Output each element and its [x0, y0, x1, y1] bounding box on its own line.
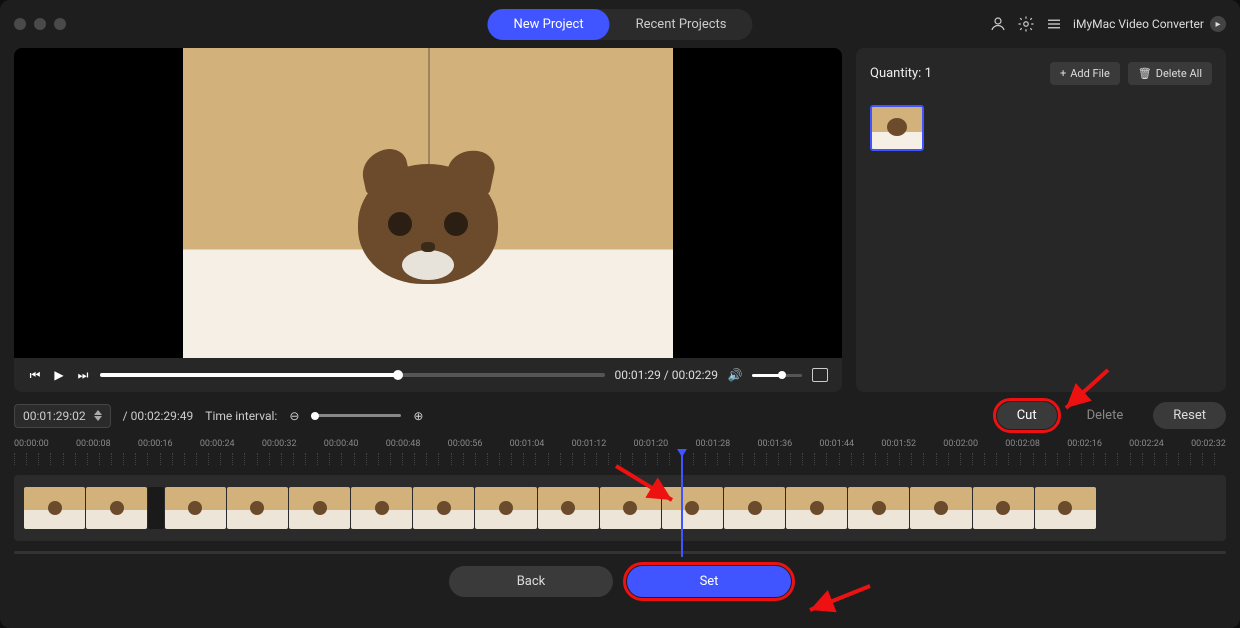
clip-frame[interactable] [1035, 487, 1096, 529]
header-tools: iMyMac Video Converter ▸ [989, 15, 1226, 33]
clip-frame[interactable] [227, 487, 288, 529]
brand-play-icon: ▸ [1210, 16, 1226, 32]
volume-slider[interactable] [752, 374, 802, 377]
clip-frame[interactable] [724, 487, 785, 529]
ruler-label: 00:01:28 [695, 439, 730, 449]
ruler-label: 00:02:00 [943, 439, 978, 449]
duration-label: / 00:02:29:49 [123, 409, 194, 423]
interval-label: Time interval: [205, 409, 277, 423]
plus-icon: + [1060, 67, 1066, 80]
preview-panel: ⏮ ▶ ⏭ 00:01:29 / 00:02:29 🔊 [14, 48, 842, 392]
ruler-label: 00:00:40 [324, 439, 359, 449]
ruler-label: 00:01:04 [510, 439, 545, 449]
clip-gap [148, 487, 163, 529]
clip-thumbnail[interactable] [870, 105, 924, 151]
brand-label: iMyMac Video Converter ▸ [1073, 16, 1226, 32]
volume-icon[interactable]: 🔊 [728, 368, 742, 382]
clip-frame[interactable] [600, 487, 661, 529]
tab-recent-projects[interactable]: Recent Projects [610, 9, 753, 40]
close-window-icon[interactable] [14, 18, 26, 30]
settings-icon[interactable] [1017, 15, 1035, 33]
menu-icon[interactable] [1045, 15, 1063, 33]
clip-frame[interactable] [165, 487, 226, 529]
ruler-label: 00:00:00 [14, 439, 49, 449]
ruler-label: 00:01:12 [572, 439, 607, 449]
quantity-label: Quantity: 1 [870, 66, 932, 81]
trash-icon: 🗑 [1138, 67, 1152, 80]
clip-frame[interactable] [973, 487, 1034, 529]
video-preview[interactable] [14, 48, 842, 358]
cut-button[interactable]: Cut [997, 402, 1057, 429]
skip-forward-icon[interactable]: ⏭ [76, 368, 90, 382]
zoom-in-icon[interactable]: ⊕ [413, 409, 423, 423]
timeline-track[interactable] [14, 475, 1226, 541]
timecode-input[interactable]: 00:01:29:02 [14, 404, 111, 428]
progress-bar[interactable] [100, 373, 605, 377]
maximize-window-icon[interactable] [54, 18, 66, 30]
player-controls: ⏮ ▶ ⏭ 00:01:29 / 00:02:29 🔊 [14, 358, 842, 392]
clip-frame[interactable] [289, 487, 350, 529]
ruler-label: 00:01:44 [819, 439, 854, 449]
interval-slider[interactable] [311, 414, 401, 417]
account-icon[interactable] [989, 15, 1007, 33]
clip-frame[interactable] [413, 487, 474, 529]
timecode-up-icon[interactable] [94, 410, 102, 415]
ruler-label: 00:02:24 [1129, 439, 1164, 449]
reset-button[interactable]: Reset [1153, 402, 1226, 429]
play-icon[interactable]: ▶ [52, 368, 66, 382]
ruler-label: 00:01:52 [881, 439, 916, 449]
ruler-label: 00:00:56 [448, 439, 483, 449]
ruler-label: 00:00:24 [200, 439, 235, 449]
clip-frame[interactable] [351, 487, 412, 529]
ruler-label: 00:02:16 [1067, 439, 1102, 449]
project-tabs: New Project Recent Projects [487, 9, 752, 40]
set-button[interactable]: Set [627, 566, 791, 597]
ruler-label: 00:01:20 [634, 439, 669, 449]
playhead[interactable] [681, 455, 683, 557]
timeline-toolbar: 00:01:29:02 / 00:02:29:49 Time interval:… [14, 402, 1226, 429]
clip-frame[interactable] [86, 487, 147, 529]
ruler-label: 00:00:08 [76, 439, 111, 449]
fullscreen-icon[interactable] [812, 368, 828, 382]
clip-frame[interactable] [538, 487, 599, 529]
tab-new-project[interactable]: New Project [487, 9, 609, 40]
timeline-scrollbar[interactable] [14, 551, 1226, 554]
delete-all-button[interactable]: 🗑Delete All [1128, 62, 1212, 85]
clip-frame[interactable] [910, 487, 971, 529]
ruler-label: 00:02:08 [1005, 439, 1040, 449]
add-file-button[interactable]: +Add File [1050, 62, 1120, 85]
titlebar: New Project Recent Projects iMyMac Video… [0, 0, 1240, 48]
ruler-label: 00:00:32 [262, 439, 297, 449]
footer-buttons: Back Set [14, 566, 1226, 597]
timecode-down-icon[interactable] [94, 416, 102, 421]
time-display: 00:01:29 / 00:02:29 [615, 368, 718, 382]
clip-frame[interactable] [848, 487, 909, 529]
ruler-label: 00:01:36 [757, 439, 792, 449]
back-button[interactable]: Back [449, 566, 613, 597]
clip-frame[interactable] [475, 487, 536, 529]
ruler-label: 00:00:48 [386, 439, 421, 449]
clip-frame[interactable] [786, 487, 847, 529]
delete-button[interactable]: Delete [1067, 402, 1144, 429]
skip-back-icon[interactable]: ⏮ [28, 368, 42, 382]
timeline-ruler[interactable]: 00:00:00 00:00:08 00:00:16 00:00:24 00:00:32… [14, 439, 1226, 469]
zoom-out-icon[interactable]: ⊖ [289, 409, 299, 423]
ruler-label: 00:00:16 [138, 439, 173, 449]
clip-frame[interactable] [662, 487, 723, 529]
clip-frame[interactable] [24, 487, 85, 529]
clip-list-panel: Quantity: 1 +Add File 🗑Delete All [856, 48, 1226, 392]
minimize-window-icon[interactable] [34, 18, 46, 30]
window-controls [14, 18, 66, 30]
ruler-label: 00:02:32 [1191, 439, 1226, 449]
